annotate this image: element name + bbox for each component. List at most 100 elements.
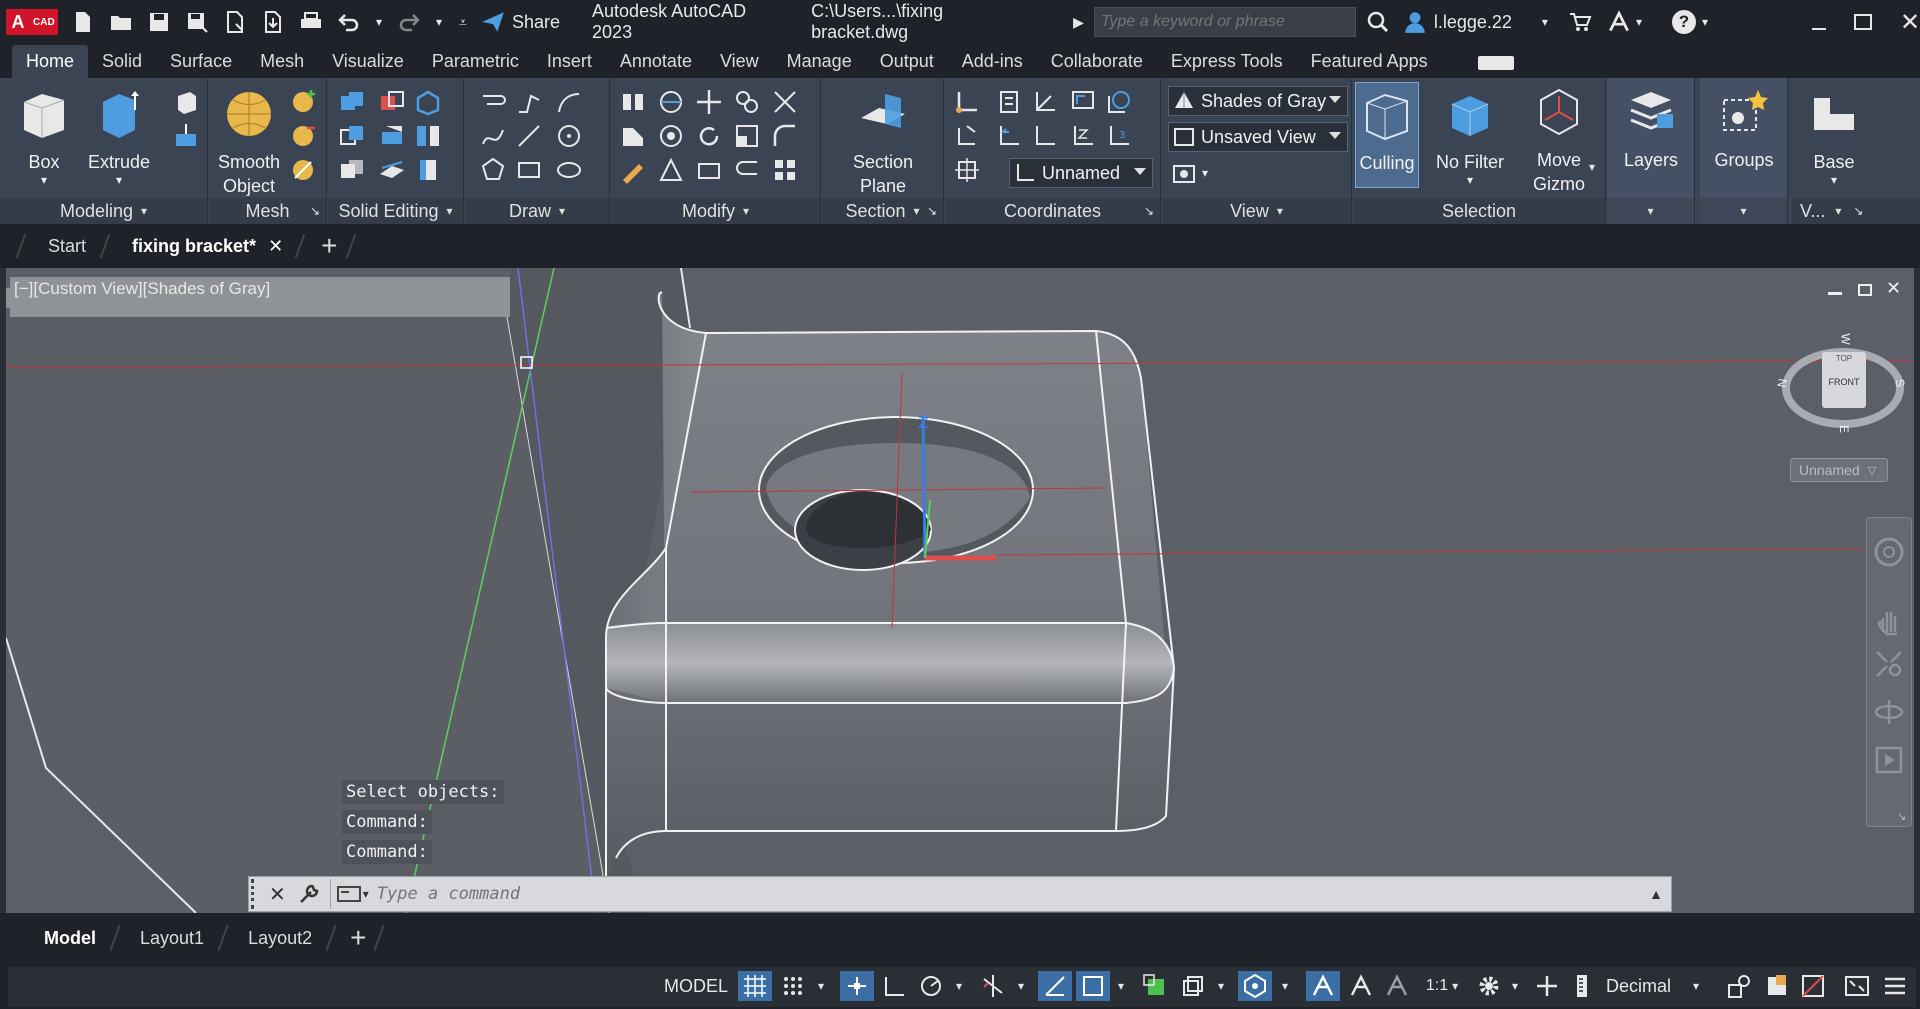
ucs-zaxis-icon[interactable]: 3 bbox=[1105, 122, 1135, 152]
recent-commands-icon[interactable] bbox=[336, 884, 361, 904]
viewcube-top[interactable]: TOP bbox=[1822, 354, 1866, 363]
panel-base-title[interactable]: V... ▾ ↘ bbox=[1792, 198, 1920, 224]
tab-visualize[interactable]: Visualize bbox=[318, 45, 418, 78]
3d-rotate-icon[interactable] bbox=[657, 88, 687, 118]
model-space-button[interactable]: MODEL bbox=[660, 971, 732, 1001]
tab-layout1[interactable]: Layout1 bbox=[122, 928, 222, 949]
annotation-monitor-button[interactable] bbox=[1530, 971, 1564, 1001]
tab-output[interactable]: Output bbox=[866, 45, 948, 78]
refine-mesh-icon[interactable] bbox=[289, 156, 319, 186]
help-icon[interactable]: ? bbox=[1671, 10, 1696, 34]
intersect-icon[interactable] bbox=[338, 122, 368, 152]
polyline-icon[interactable] bbox=[515, 88, 545, 118]
polar-toggle[interactable] bbox=[914, 971, 948, 1001]
maximize-icon[interactable] bbox=[1854, 14, 1873, 30]
user-icon[interactable] bbox=[1402, 9, 1428, 35]
share-button[interactable]: Share bbox=[480, 9, 560, 35]
clean-screen-button[interactable] bbox=[1840, 971, 1874, 1001]
save-as-icon[interactable] bbox=[183, 8, 211, 36]
command-expand-icon[interactable]: ▲ bbox=[1649, 886, 1663, 902]
ucs-named-icon[interactable] bbox=[995, 88, 1025, 118]
viewcube[interactable]: TOP FRONT N S W E bbox=[1775, 333, 1908, 438]
compass-w[interactable]: W bbox=[1839, 333, 1853, 344]
infer-constraints-toggle[interactable] bbox=[840, 971, 874, 1001]
ucs-menu-button[interactable]: Unnamed ▽ bbox=[1790, 458, 1888, 482]
scale-icon[interactable] bbox=[733, 122, 763, 152]
cart-icon[interactable] bbox=[1568, 10, 1592, 34]
erase-icon[interactable] bbox=[619, 156, 649, 186]
minimize-icon[interactable] bbox=[1812, 28, 1827, 30]
orbit-icon[interactable] bbox=[1873, 696, 1905, 728]
3d-mirror-icon[interactable] bbox=[619, 88, 649, 118]
selection-cycling-toggle[interactable] bbox=[1176, 971, 1210, 1001]
tab-surface[interactable]: Surface bbox=[156, 45, 246, 78]
isodraft-toggle[interactable] bbox=[976, 971, 1010, 1001]
3d-align-icon[interactable] bbox=[619, 122, 649, 152]
panel-coordinates-title[interactable]: Coordinates ↘ bbox=[945, 198, 1160, 224]
thicken-icon[interactable] bbox=[414, 156, 444, 186]
viewport-config-icon[interactable] bbox=[1170, 160, 1200, 190]
new-layout-button[interactable]: + bbox=[338, 922, 378, 954]
annotation-scale-icon-button[interactable] bbox=[1380, 971, 1414, 1001]
tab-view[interactable]: View bbox=[706, 45, 773, 78]
command-input[interactable] bbox=[376, 879, 1650, 909]
close-icon[interactable]: ✕ bbox=[1900, 8, 1920, 37]
tab-annotate[interactable]: Annotate bbox=[606, 45, 706, 78]
snap-toggle[interactable] bbox=[776, 971, 810, 1001]
ucs-face-icon[interactable] bbox=[953, 122, 983, 152]
panel-mesh-title[interactable]: Mesh ↘ bbox=[209, 198, 326, 224]
command-customize-icon[interactable] bbox=[298, 883, 320, 905]
command-line-grip[interactable] bbox=[251, 879, 263, 909]
save-icon[interactable] bbox=[145, 8, 173, 36]
tab-solid[interactable]: Solid bbox=[88, 45, 156, 78]
ucs-z-icon[interactable] bbox=[1069, 122, 1099, 152]
customization-menu-button[interactable] bbox=[1878, 971, 1912, 1001]
viewport-config-dropdown-icon[interactable]: ▾ bbox=[1202, 166, 1208, 180]
polar-dropdown-icon[interactable]: ▾ bbox=[950, 971, 968, 1001]
separate-icon[interactable] bbox=[414, 122, 444, 152]
smooth-object-button[interactable]: Smooth Object bbox=[213, 88, 285, 198]
open-web-icon[interactable] bbox=[221, 8, 249, 36]
app-dropdown-icon[interactable]: ▾ bbox=[1636, 15, 1642, 29]
snap-dropdown-icon[interactable]: ▾ bbox=[812, 971, 830, 1001]
interfere-icon[interactable] bbox=[338, 156, 368, 186]
panel-section-title[interactable]: Section ▾ ↘ bbox=[822, 198, 943, 224]
annotation-visibility-toggle[interactable] bbox=[1306, 971, 1340, 1001]
arc-icon[interactable] bbox=[555, 88, 585, 118]
ucs-x-icon[interactable] bbox=[1031, 122, 1061, 152]
union-icon[interactable] bbox=[338, 88, 368, 118]
tab-collaborate[interactable]: Collaborate bbox=[1037, 45, 1157, 78]
polygon-icon[interactable] bbox=[479, 156, 509, 186]
showmotion-icon[interactable] bbox=[1873, 744, 1905, 776]
3d-array-icon[interactable] bbox=[657, 122, 687, 152]
annotation-scale-dropdown[interactable]: 1:1 ▾ bbox=[1416, 971, 1468, 1001]
panel-layers-expand[interactable]: ▾ bbox=[1607, 198, 1694, 224]
move-gizmo-button[interactable]: Move Gizmo bbox=[1519, 86, 1599, 196]
tab-insert[interactable]: Insert bbox=[533, 45, 606, 78]
tab-add-ins[interactable]: Add-ins bbox=[948, 45, 1037, 78]
plot-icon[interactable] bbox=[297, 8, 325, 36]
search-input[interactable] bbox=[1093, 7, 1356, 37]
groups-button[interactable]: Groups bbox=[1708, 86, 1780, 172]
ellipse-icon[interactable] bbox=[555, 156, 585, 186]
object-snap-toggle[interactable] bbox=[1076, 971, 1110, 1001]
ribbon-minimize-icon[interactable] bbox=[1477, 56, 1514, 70]
tab-fixing-bracket[interactable]: fixing bracket* ✕ bbox=[114, 224, 289, 268]
copy-icon[interactable] bbox=[733, 88, 763, 118]
line-segment-icon[interactable] bbox=[515, 122, 545, 152]
panel-modeling-title[interactable]: Modeling ▾ bbox=[0, 198, 207, 224]
isodraft-dropdown-icon[interactable]: ▾ bbox=[1012, 971, 1030, 1001]
tab-manage[interactable]: Manage bbox=[773, 45, 866, 78]
panel-draw-title[interactable]: Draw ▾ bbox=[465, 198, 609, 224]
tab-mesh[interactable]: Mesh bbox=[246, 45, 318, 78]
quick-properties-button[interactable] bbox=[1722, 971, 1756, 1001]
user-dropdown-icon[interactable]: ▾ bbox=[1542, 15, 1548, 29]
tab-parametric[interactable]: Parametric bbox=[418, 45, 533, 78]
ucs-icon[interactable] bbox=[953, 88, 983, 118]
tab-express-tools[interactable]: Express Tools bbox=[1157, 45, 1297, 78]
panel-groups-expand[interactable]: ▾ bbox=[1700, 198, 1787, 224]
viewport-minimize-icon[interactable] bbox=[1828, 292, 1842, 295]
workspace-dropdown-icon[interactable]: ▾ bbox=[1506, 971, 1524, 1001]
viewcube-cube[interactable]: TOP FRONT bbox=[1822, 352, 1866, 408]
ortho-toggle[interactable] bbox=[878, 971, 912, 1001]
